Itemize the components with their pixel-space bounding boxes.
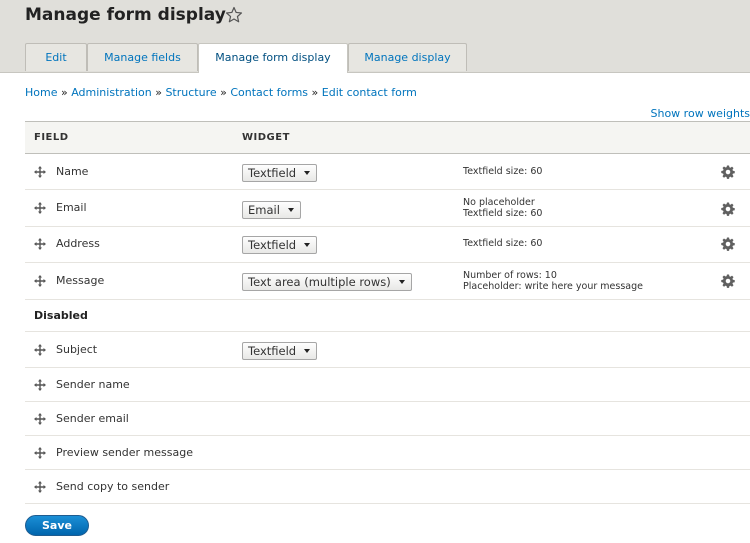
breadcrumb-separator: » bbox=[60, 86, 68, 99]
drag-handle-icon[interactable] bbox=[34, 447, 46, 459]
gear-icon[interactable] bbox=[721, 274, 735, 288]
field-label: Send copy to sender bbox=[56, 480, 170, 493]
breadcrumb-separator: » bbox=[155, 86, 162, 99]
drag-handle-icon[interactable] bbox=[34, 413, 46, 425]
chevron-down-icon bbox=[304, 171, 311, 175]
summary-line: Number of rows: 10 bbox=[463, 270, 557, 281]
column-header-widget: WIDGET bbox=[242, 132, 290, 143]
widget-select[interactable]: Textfield bbox=[242, 342, 318, 360]
breadcrumb-link-contact-forms[interactable]: Contact forms bbox=[230, 86, 308, 99]
breadcrumb-separator: » bbox=[220, 86, 227, 99]
breadcrumb-link-edit-contact-form[interactable]: Edit contact form bbox=[322, 86, 417, 99]
field-label: Message bbox=[56, 274, 105, 287]
field-label: Preview sender message bbox=[56, 446, 193, 459]
tab-manage-display[interactable]: Manage display bbox=[348, 43, 467, 71]
show-row-weights-link[interactable]: Show row weights bbox=[651, 107, 750, 120]
breadcrumb-link-administration[interactable]: Administration bbox=[71, 86, 152, 99]
star-outline-icon[interactable] bbox=[225, 6, 243, 24]
table-row: Name Textfield Textfield size: 60 bbox=[25, 154, 750, 190]
page-title: Manage form display bbox=[25, 5, 226, 25]
field-label: Sender name bbox=[56, 378, 130, 391]
table-row: Sender name bbox=[25, 368, 750, 402]
chevron-down-icon bbox=[287, 208, 294, 212]
gear-icon[interactable] bbox=[721, 165, 735, 179]
table-row: Message Text area (multiple rows) Number… bbox=[25, 263, 750, 300]
drag-handle-icon[interactable] bbox=[34, 379, 46, 391]
summary-line: Placeholder: write here your message bbox=[463, 281, 643, 292]
save-button[interactable]: Save bbox=[25, 515, 89, 536]
chevron-down-icon bbox=[304, 349, 311, 353]
region-title-row: Disabled bbox=[25, 300, 750, 332]
tab-manage-form-display[interactable]: Manage form display bbox=[198, 43, 348, 73]
table-row: Preview sender message bbox=[25, 436, 750, 470]
table-header: FIELD WIDGET bbox=[25, 121, 750, 154]
widget-select-value: Textfield bbox=[248, 166, 297, 180]
table-row: Address Textfield Textfield size: 60 bbox=[25, 227, 750, 263]
breadcrumb: Home » Administration » Structure » Cont… bbox=[25, 86, 417, 99]
breadcrumb-separator: » bbox=[311, 86, 319, 99]
chevron-down-icon bbox=[398, 280, 405, 284]
widget-select[interactable]: Textfield bbox=[242, 236, 318, 254]
widget-select[interactable]: Text area (multiple rows) bbox=[242, 273, 412, 291]
widget-summary: No placeholder Textfield size: 60 bbox=[463, 197, 542, 219]
breadcrumb-link-structure[interactable]: Structure bbox=[165, 86, 216, 99]
widget-summary: Textfield size: 60 bbox=[463, 238, 542, 249]
field-label: Address bbox=[56, 237, 100, 250]
table-row: Subject Textfield bbox=[25, 332, 750, 368]
field-label: Name bbox=[56, 165, 89, 178]
drag-handle-icon[interactable] bbox=[34, 481, 46, 493]
region-title-disabled: Disabled bbox=[34, 309, 88, 322]
widget-summary: Number of rows: 10 Placeholder: write her… bbox=[463, 270, 643, 292]
widget-select-value: Text area (multiple rows) bbox=[248, 275, 391, 289]
drag-handle-icon[interactable] bbox=[34, 238, 46, 250]
tab-manage-fields[interactable]: Manage fields bbox=[87, 43, 198, 71]
summary-line: No placeholder bbox=[463, 197, 535, 208]
widget-select[interactable]: Textfield bbox=[242, 164, 318, 182]
summary-line: Textfield size: 60 bbox=[463, 238, 543, 249]
field-table: FIELD WIDGET Name Textfield Textfield si… bbox=[25, 121, 750, 504]
table-row: Send copy to sender bbox=[25, 470, 750, 504]
column-header-field: FIELD bbox=[34, 132, 69, 143]
table-row: Email Email No placeholder Textfield size… bbox=[25, 190, 750, 227]
page-header: Manage form display Edit Manage fields M… bbox=[0, 0, 750, 73]
drag-handle-icon[interactable] bbox=[34, 344, 46, 356]
widget-select-value: Textfield bbox=[248, 238, 297, 252]
widget-summary: Textfield size: 60 bbox=[463, 166, 542, 177]
gear-icon[interactable] bbox=[721, 202, 735, 216]
drag-handle-icon[interactable] bbox=[34, 166, 46, 178]
tab-edit[interactable]: Edit bbox=[25, 43, 87, 71]
field-label: Email bbox=[56, 201, 87, 214]
field-label: Sender email bbox=[56, 412, 129, 425]
gear-icon[interactable] bbox=[721, 237, 735, 251]
drag-handle-icon[interactable] bbox=[34, 202, 46, 214]
summary-line: Textfield size: 60 bbox=[463, 208, 543, 219]
widget-select-value: Textfield bbox=[248, 344, 297, 358]
drag-handle-icon[interactable] bbox=[34, 275, 46, 287]
chevron-down-icon bbox=[304, 243, 311, 247]
field-label: Subject bbox=[56, 343, 98, 356]
breadcrumb-link-home[interactable]: Home bbox=[25, 86, 57, 99]
widget-select[interactable]: Email bbox=[242, 201, 301, 219]
widget-select-value: Email bbox=[248, 203, 280, 217]
table-row: Sender email bbox=[25, 402, 750, 436]
summary-line: Textfield size: 60 bbox=[463, 166, 543, 177]
